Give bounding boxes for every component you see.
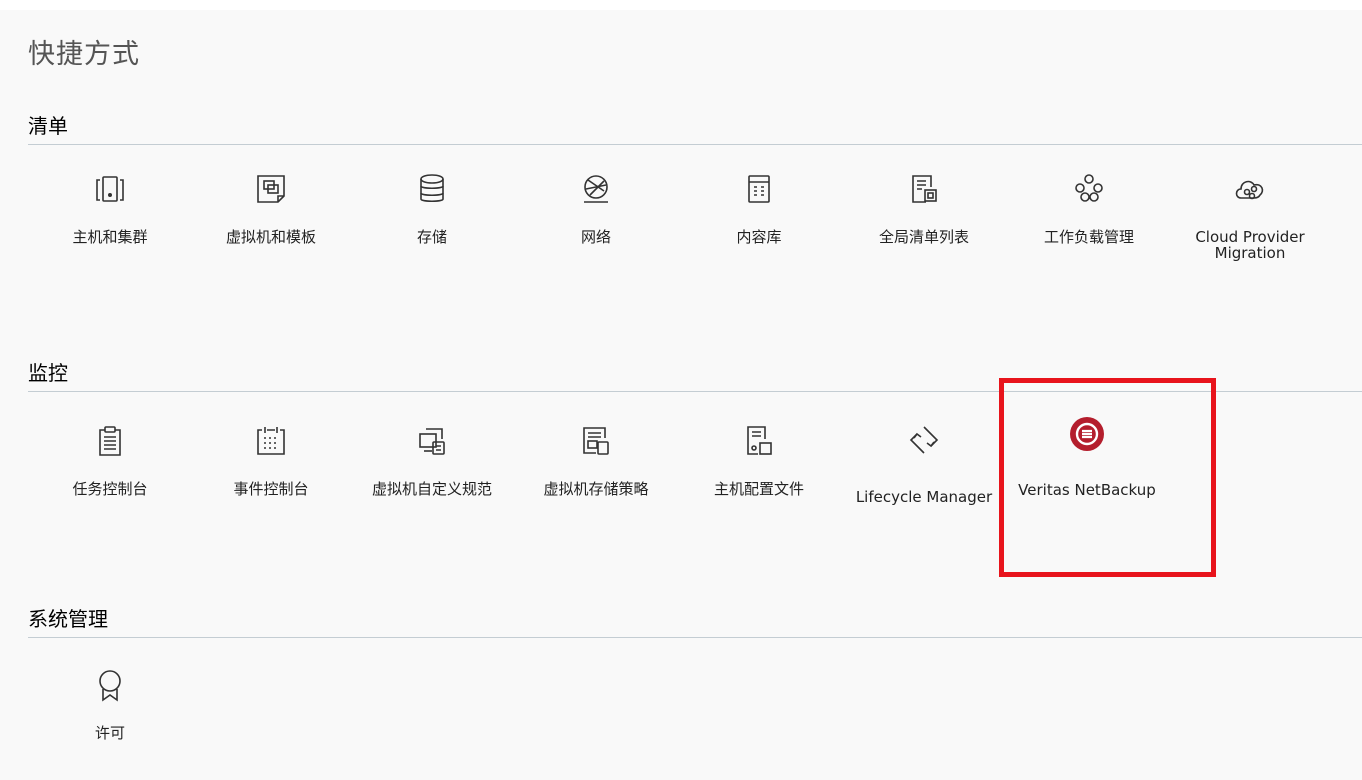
- cloud-migration-icon: [1232, 171, 1268, 207]
- shortcut-vm-storage-policy[interactable]: 虚拟机存储策略: [521, 423, 671, 563]
- shortcut-label: 虚拟机和模板: [225, 228, 316, 246]
- shortcut-global-inventory[interactable]: 全局清单列表: [849, 171, 999, 311]
- shortcut-label: 主机配置文件: [713, 480, 804, 498]
- shortcut-lifecycle-manager[interactable]: Lifecycle Manager: [849, 423, 999, 563]
- shortcut-label: 虚拟机存储策略: [543, 480, 649, 498]
- shortcut-hosts-clusters[interactable]: 主机和集群: [35, 171, 185, 311]
- content-library-icon: [741, 171, 777, 207]
- vms-templates-icon: [253, 171, 289, 207]
- shortcut-label: 存储: [416, 228, 447, 246]
- hosts-clusters-icon: [92, 171, 128, 207]
- shortcut-networking[interactable]: 网络: [521, 171, 671, 311]
- shortcut-storage[interactable]: 存储: [357, 171, 507, 311]
- shortcut-host-profiles[interactable]: 主机配置文件: [684, 423, 834, 563]
- shortcut-licensing[interactable]: 许可: [35, 667, 185, 780]
- shortcut-workload-management[interactable]: 工作负载管理: [1014, 171, 1164, 311]
- shortcut-label: 事件控制台: [233, 480, 309, 498]
- shortcut-vms-templates[interactable]: 虚拟机和模板: [196, 171, 346, 311]
- shortcut-label: 任务控制台: [72, 480, 148, 498]
- storage-icon: [414, 171, 450, 207]
- shortcut-vm-customization[interactable]: 虚拟机自定义规范: [357, 423, 507, 563]
- shortcut-event-console[interactable]: 事件控制台: [196, 423, 346, 563]
- host-profiles-icon: [741, 423, 777, 459]
- vm-customization-icon: [414, 423, 450, 459]
- shortcut-label: 许可: [94, 724, 125, 742]
- vm-storage-policy-icon: [578, 423, 614, 459]
- workload-management-icon: [1071, 171, 1107, 207]
- shortcut-label: 工作负载管理: [1043, 228, 1134, 246]
- task-console-icon: [92, 423, 128, 459]
- page-title: 快捷方式: [28, 39, 140, 70]
- shortcut-label: 主机和集群: [72, 228, 148, 246]
- licensing-icon: [92, 667, 128, 703]
- top-strip: [0, 0, 1362, 10]
- shortcut-cloud-provider-migration[interactable]: Cloud Provider Migration: [1175, 171, 1325, 311]
- section-header-administration: 系统管理: [28, 603, 1362, 638]
- highlight-box: [999, 378, 1216, 577]
- shortcut-label: 内容库: [736, 228, 782, 246]
- shortcut-label: Lifecycle Manager: [855, 488, 993, 506]
- shortcut-label: 虚拟机自定义规范: [371, 480, 492, 498]
- event-console-icon: [253, 423, 289, 459]
- shortcut-label: Cloud Provider Migration: [1195, 228, 1305, 262]
- shortcut-content-library[interactable]: 内容库: [684, 171, 834, 311]
- section-header-inventory: 清单: [28, 110, 1362, 145]
- global-inventory-icon: [906, 171, 942, 207]
- shortcut-label: 网络: [580, 228, 611, 246]
- lifecycle-manager-icon: [906, 423, 942, 459]
- shortcut-task-console[interactable]: 任务控制台: [35, 423, 185, 563]
- shortcut-label: 全局清单列表: [878, 228, 969, 246]
- networking-icon: [578, 171, 614, 207]
